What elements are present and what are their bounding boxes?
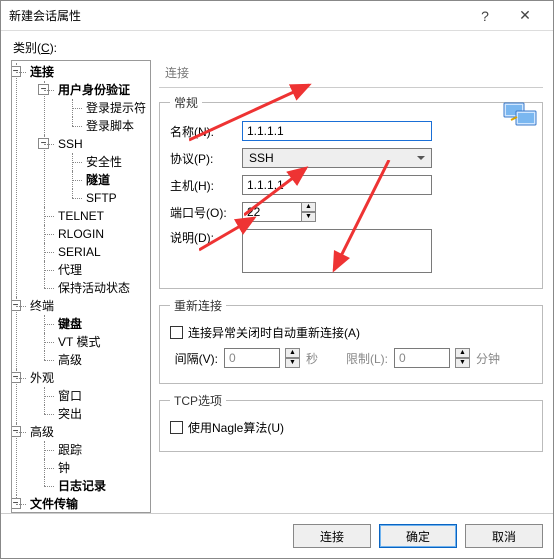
ok-button[interactable]: 确定: [379, 524, 457, 548]
tree-terminal[interactable]: 终端: [30, 299, 54, 313]
tree-login-script[interactable]: 登录脚本: [86, 119, 134, 133]
panel-header: 连接: [159, 60, 543, 88]
limit-unit: 分钟: [476, 350, 500, 367]
chevron-down-icon: ▼: [301, 212, 316, 222]
tree-login-prompt[interactable]: 登录提示符: [86, 101, 146, 115]
dialog-body: 类别(C): − 连接 − 用户身份验证: [1, 31, 553, 513]
tree-ssh[interactable]: SSH: [58, 137, 83, 151]
tree-bell[interactable]: 钟: [58, 461, 70, 475]
columns: − 连接 − 用户身份验证 登录提示符 登录脚本: [11, 60, 543, 513]
tree-advanced[interactable]: 高级: [30, 425, 54, 439]
checkbox-icon: [170, 326, 183, 339]
connect-button[interactable]: 连接: [293, 524, 371, 548]
help-icon[interactable]: ?: [465, 8, 505, 24]
name-input[interactable]: [242, 121, 432, 141]
limit-label: 限制(L):: [338, 350, 388, 367]
chevron-down-icon: ▼: [285, 358, 300, 368]
port-stepper[interactable]: ▲▼: [301, 202, 316, 222]
category-tree[interactable]: − 连接 − 用户身份验证 登录提示符 登录脚本: [14, 63, 148, 513]
toggle-icon[interactable]: −: [38, 138, 49, 149]
limit-input[interactable]: [394, 348, 450, 368]
interval-unit: 秒: [306, 350, 318, 367]
chevron-up-icon: ▲: [285, 348, 300, 358]
protocol-label: 协议(P):: [170, 150, 242, 167]
tree-logging[interactable]: 日志记录: [58, 479, 106, 493]
dialog-window: 新建会话属性 ? ✕ 类别(C): − 连接 −: [0, 0, 554, 559]
chevron-up-icon: ▲: [301, 202, 316, 212]
general-legend: 常规: [170, 94, 202, 111]
reconnect-group: 重新连接 连接异常关闭时自动重新连接(A) 间隔(V): ▲▼ 秒 限制(L):: [159, 297, 543, 384]
dialog-footer: 连接 确定 取消: [1, 513, 553, 558]
host-label: 主机(H):: [170, 177, 242, 194]
tree-transfer[interactable]: 文件传输: [30, 497, 78, 511]
toggle-icon[interactable]: −: [11, 498, 21, 509]
category-tree-container: − 连接 − 用户身份验证 登录提示符 登录脚本: [11, 60, 151, 513]
interval-label: 间隔(V):: [170, 350, 218, 367]
port-input[interactable]: [242, 202, 302, 222]
close-icon[interactable]: ✕: [505, 7, 545, 24]
tree-keepalive[interactable]: 保持活动状态: [58, 281, 130, 295]
host-input[interactable]: [242, 175, 432, 195]
tcp-legend: TCP选项: [170, 392, 226, 409]
toggle-icon[interactable]: −: [11, 66, 21, 77]
tcp-group: TCP选项 使用Nagle算法(U): [159, 392, 543, 452]
limit-stepper[interactable]: ▲▼: [455, 348, 470, 368]
tree-keyboard[interactable]: 键盘: [58, 317, 82, 331]
interval-input[interactable]: [224, 348, 280, 368]
tree-proxy[interactable]: 代理: [58, 263, 82, 277]
chevron-down-icon: ▼: [455, 358, 470, 368]
auto-reconnect-checkbox[interactable]: 连接异常关闭时自动重新连接(A): [170, 324, 360, 341]
toggle-icon[interactable]: −: [11, 426, 21, 437]
port-label: 端口号(O):: [170, 204, 242, 221]
interval-stepper[interactable]: ▲▼: [285, 348, 300, 368]
computer-icon: [503, 100, 537, 128]
cancel-button[interactable]: 取消: [465, 524, 543, 548]
toggle-icon[interactable]: −: [11, 300, 21, 311]
tree-window[interactable]: 窗口: [58, 389, 82, 403]
nagle-checkbox[interactable]: 使用Nagle算法(U): [170, 419, 284, 436]
settings-panel: 连接: [159, 60, 543, 513]
tree-highlight[interactable]: 突出: [58, 407, 82, 421]
tree-vtmode[interactable]: VT 模式: [58, 335, 100, 349]
desc-label: 说明(D):: [170, 229, 242, 246]
category-label: 类别(C):: [13, 39, 543, 56]
tree-security[interactable]: 安全性: [86, 155, 122, 169]
tree-tunnel[interactable]: 隧道: [86, 173, 110, 187]
tree-serial[interactable]: SERIAL: [58, 245, 101, 259]
general-group: 常规 名称(N): 协议(P): SSH 主机(H): 端口号(O):: [159, 94, 543, 289]
tree-trace[interactable]: 跟踪: [58, 443, 82, 457]
tree-advanced-terminal[interactable]: 高级: [58, 353, 82, 367]
desc-textarea[interactable]: [242, 229, 432, 273]
toggle-icon[interactable]: −: [11, 372, 21, 383]
tree-connection[interactable]: 连接: [30, 65, 54, 79]
tree-rlogin[interactable]: RLOGIN: [58, 227, 104, 241]
tree-auth[interactable]: 用户身份验证: [58, 83, 130, 97]
tree-appearance[interactable]: 外观: [30, 371, 54, 385]
chevron-up-icon: ▲: [455, 348, 470, 358]
name-label: 名称(N):: [170, 123, 242, 140]
toggle-icon[interactable]: −: [38, 84, 49, 95]
tree-telnet[interactable]: TELNET: [58, 209, 104, 223]
reconnect-legend: 重新连接: [170, 297, 226, 314]
tree-sftp[interactable]: SFTP: [86, 191, 117, 205]
window-title: 新建会话属性: [9, 7, 465, 24]
titlebar: 新建会话属性 ? ✕: [1, 1, 553, 31]
checkbox-icon: [170, 421, 183, 434]
protocol-select[interactable]: SSH: [242, 148, 432, 168]
